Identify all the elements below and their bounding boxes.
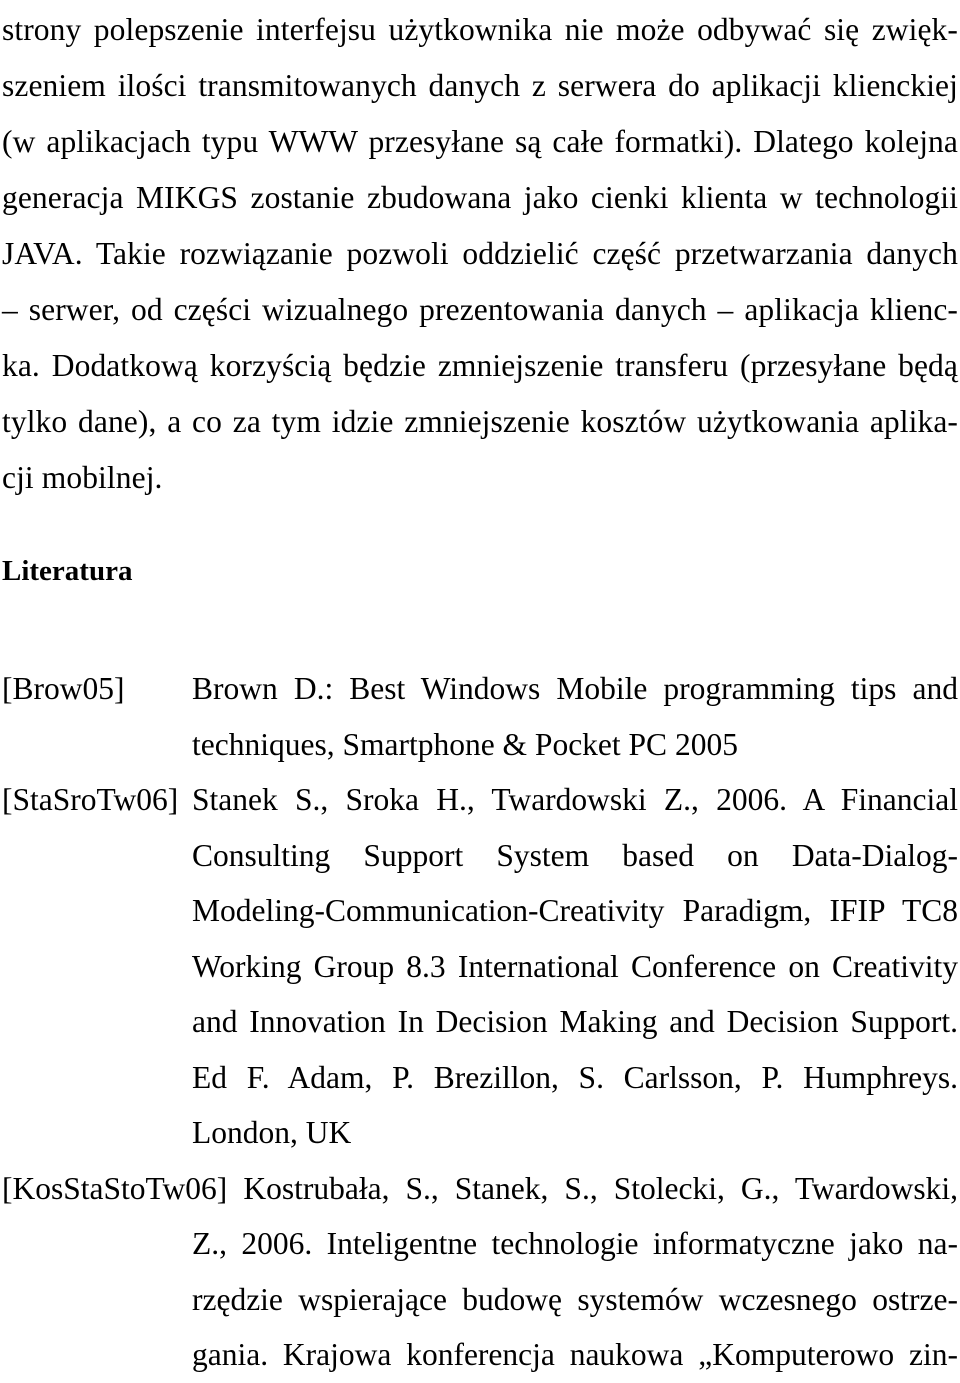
reference-line: [Brow05] Brown D.: Best Windows Mobile pr… — [2, 661, 958, 717]
reference-line: [KosStaStoTw06] Kostrubała, S., Stanek, … — [2, 1161, 958, 1217]
reference-line: Ed F. Adam, P. Brezillon, S. Carlsson, P… — [192, 1059, 958, 1095]
reference-text: Stanek S., Sroka H., Twardowski Z., 2006… — [192, 782, 958, 817]
paragraph-line: szeniem ilości transmitowanych danych z … — [2, 68, 958, 103]
reference-line: Consulting Support System based on Data-… — [192, 837, 958, 873]
reference-line: gania. Krajowa konferencja naukowa „Komp… — [192, 1337, 958, 1372]
paragraph-line: generacja MIKGS zostanie zbudowana jako … — [2, 180, 958, 215]
reference-line: Modeling-Communication-Creativity Paradi… — [192, 893, 958, 928]
paragraph-line: JAVA. Takie rozwiązanie pozwoli oddzieli… — [2, 236, 958, 271]
continuation-paragraph: strony polepszenie interfejsu użytkownik… — [2, 0, 958, 506]
reference-line: London, UK — [192, 1115, 352, 1150]
document-page: strony polepszenie interfejsu użytkownik… — [0, 0, 960, 1373]
reference-text: Brown D.: Best Windows Mobile programmin… — [192, 671, 958, 706]
reference-line: Z., 2006. Inteligentne technologie infor… — [192, 1226, 958, 1261]
reference-line: techniques, Smartphone & Pocket PC 2005 — [192, 726, 738, 762]
paragraph-line: (w aplikacjach typu WWW przesyłane są ca… — [2, 124, 958, 159]
literatura-heading: Literatura — [2, 555, 133, 587]
bibliography-entry: [StaSroTw06] Stanek S., Sroka H., Twardow… — [2, 772, 958, 1161]
reference-tag: [StaSroTw06] — [2, 782, 179, 817]
bibliography-entry: [Brow05] Brown D.: Best Windows Mobile pr… — [2, 661, 958, 772]
paragraph-line: ka. Dodatkową korzyścią będzie zmniejsze… — [2, 348, 958, 383]
bibliography-list: [Brow05] Brown D.: Best Windows Mobile pr… — [2, 661, 958, 1383]
bibliography-entry: [KosStaStoTw06] Kostrubała, S., Stanek, … — [2, 1161, 958, 1383]
reference-line: rzędzie wspierające budowę systemów wcze… — [192, 1281, 958, 1317]
reference-line: Working Group 8.3 International Conferen… — [192, 948, 958, 984]
reference-line: [StaSroTw06] Stanek S., Sroka H., Twardow… — [2, 772, 958, 828]
paragraph-line: strony polepszenie interfejsu użytkownik… — [2, 12, 958, 47]
reference-text: Kostrubała, S., Stanek, S., Stolecki, G.… — [243, 1170, 959, 1206]
reference-line: and Innovation In Decision Making and De… — [192, 1004, 958, 1039]
paragraph-line: tylko dane), a co za tym idzie zmniejsze… — [2, 404, 958, 439]
paragraph-line: – serwer, od części wizualnego prezentow… — [2, 292, 958, 327]
reference-tag: [Brow05] — [2, 671, 125, 706]
paragraph-line: cji mobilnej. — [2, 460, 163, 495]
reference-tag: [KosStaStoTw06] — [2, 1170, 228, 1206]
